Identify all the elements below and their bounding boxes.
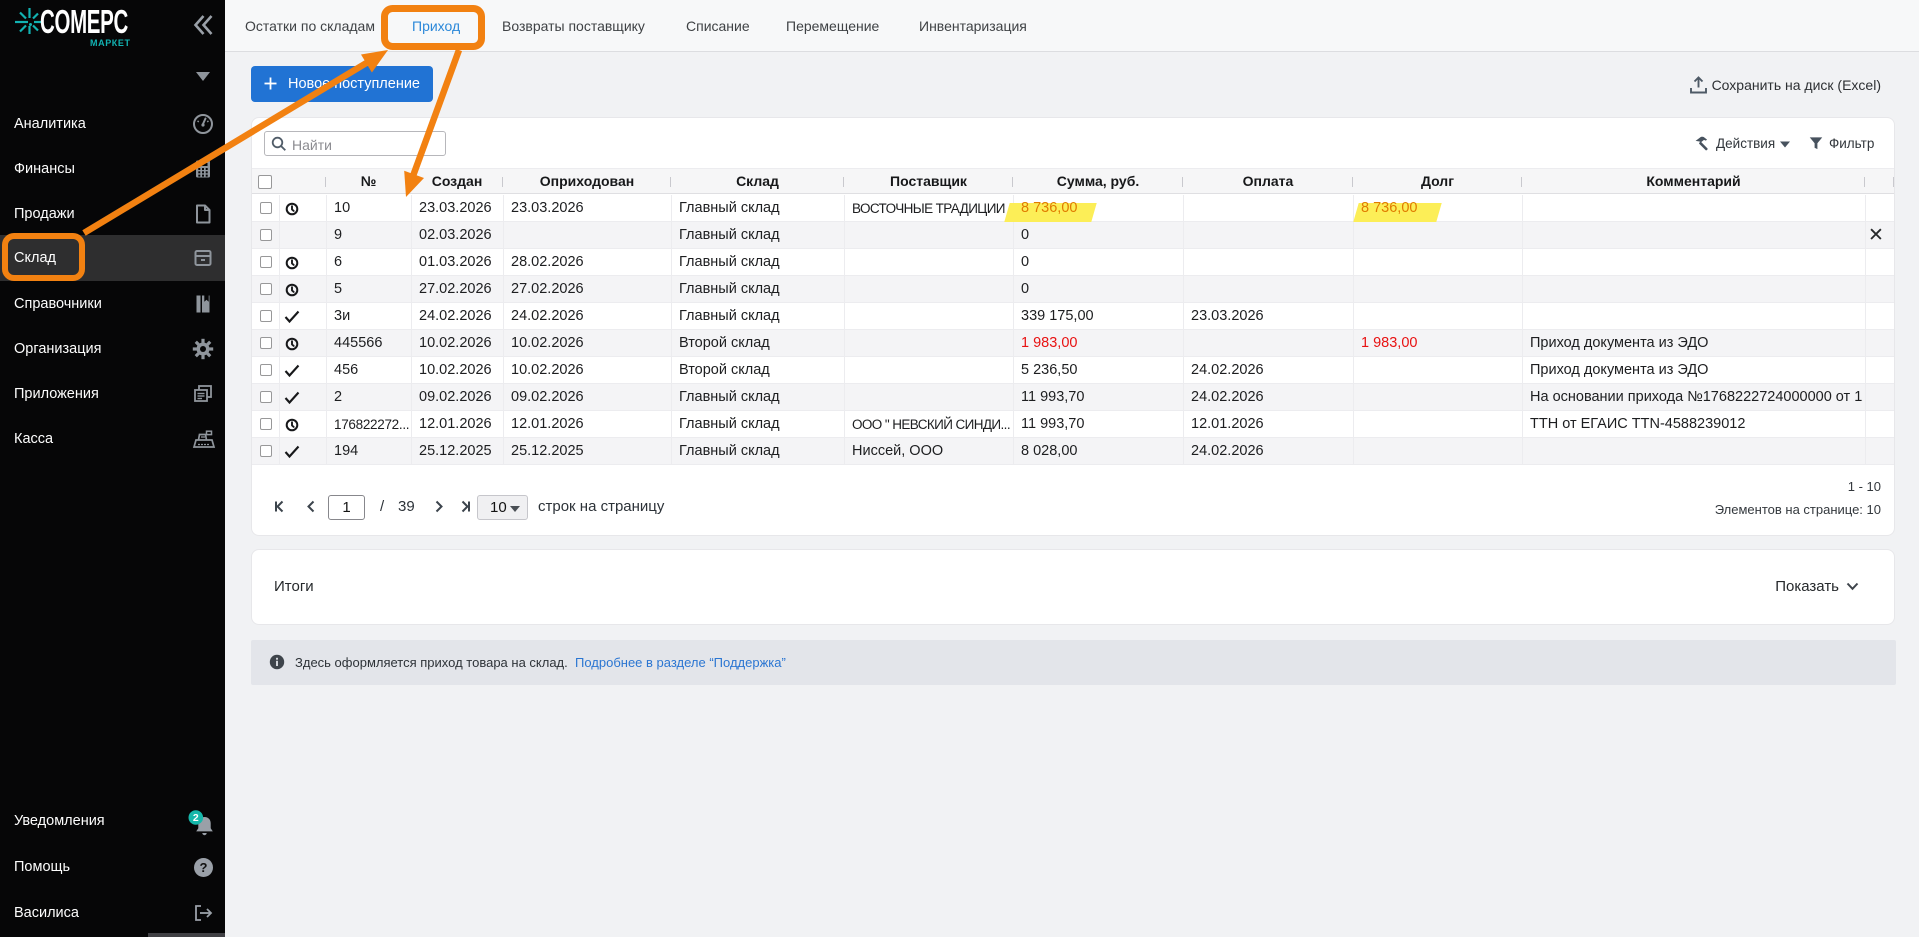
svg-text:2: 2 [193,812,199,824]
svg-text:?: ? [200,860,208,875]
